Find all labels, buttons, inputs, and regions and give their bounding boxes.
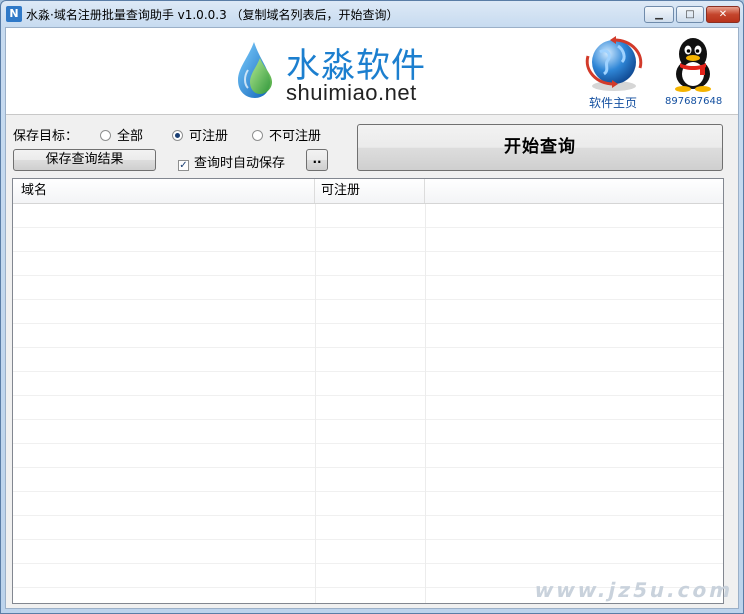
table-row <box>13 300 723 324</box>
column-separator <box>425 204 426 228</box>
radio-registrable-indicator[interactable] <box>172 130 183 141</box>
column-separator <box>425 444 426 468</box>
column-separator <box>315 468 316 492</box>
table-row <box>13 540 723 564</box>
column-separator <box>425 372 426 396</box>
window-title: 水淼·域名注册批量查询助手 v1.0.0.3 （复制域名列表后，开始查询） <box>26 8 399 22</box>
maximize-icon: □ <box>685 9 695 20</box>
table-body <box>13 204 723 603</box>
column-separator <box>425 588 426 603</box>
watermark-text: www.jz5u.com <box>532 578 736 602</box>
column-separator <box>315 324 316 348</box>
column-separator <box>315 252 316 276</box>
column-separator <box>315 300 316 324</box>
auto-save-label: 查询时自动保存 <box>194 156 286 171</box>
column-separator <box>315 204 316 228</box>
app-window: N 水淼·域名注册批量查询助手 v1.0.0.3 （复制域名列表后，开始查询） … <box>0 0 744 614</box>
column-separator <box>315 228 316 252</box>
table-row <box>13 396 723 420</box>
table-header: 域名 可注册 <box>13 179 723 204</box>
minimize-icon: ▁ <box>655 9 663 20</box>
column-header-registrable[interactable]: 可注册 <box>315 179 425 203</box>
column-separator <box>315 420 316 444</box>
column-separator <box>315 540 316 564</box>
save-results-button[interactable]: 保存查询结果 <box>13 149 156 171</box>
radio-unregistrable[interactable]: 不可注册 <box>252 125 321 144</box>
header-banner: 水淼软件 shuimiao.net 软件主页 897687648 <box>6 28 738 115</box>
table-row <box>13 348 723 372</box>
homepage-link[interactable]: 软件主页 <box>589 94 637 111</box>
client-area: 水淼软件 shuimiao.net 软件主页 897687648 保存目标： 全… <box>5 27 739 609</box>
column-separator <box>315 516 316 540</box>
radio-all[interactable]: 全部 <box>100 125 143 144</box>
column-separator <box>315 564 316 588</box>
results-table[interactable]: 域名 可注册 <box>12 178 724 604</box>
column-header-empty[interactable] <box>425 179 723 203</box>
qq-number-link[interactable]: 897687648 <box>665 96 722 107</box>
table-row <box>13 420 723 444</box>
minimize-button[interactable]: ▁ <box>644 6 674 23</box>
table-row <box>13 276 723 300</box>
column-separator <box>315 348 316 372</box>
qq-penguin-icon[interactable] <box>670 34 716 92</box>
radio-registrable-label: 可注册 <box>189 129 229 144</box>
checkmark-icon[interactable]: ✓ <box>178 160 189 171</box>
close-button[interactable]: ✕ <box>706 6 740 23</box>
column-separator <box>425 348 426 372</box>
column-separator <box>425 492 426 516</box>
start-query-button[interactable]: 开始查询 <box>357 124 723 171</box>
column-separator <box>315 372 316 396</box>
column-separator <box>315 444 316 468</box>
radio-unregistrable-label: 不可注册 <box>269 129 322 144</box>
column-separator <box>425 252 426 276</box>
browse-button[interactable]: .. <box>306 149 328 171</box>
table-row <box>13 324 723 348</box>
table-row <box>13 228 723 252</box>
column-separator <box>425 516 426 540</box>
column-header-domain[interactable]: 域名 <box>13 179 315 203</box>
column-separator <box>425 564 426 588</box>
column-separator <box>425 276 426 300</box>
column-separator <box>315 276 316 300</box>
column-separator <box>425 396 426 420</box>
column-separator <box>425 300 426 324</box>
column-separator <box>425 324 426 348</box>
column-separator <box>425 468 426 492</box>
title-bar[interactable]: N 水淼·域名注册批量查询助手 v1.0.0.3 （复制域名列表后，开始查询） … <box>1 1 743 27</box>
radio-registrable[interactable]: 可注册 <box>172 125 228 144</box>
column-separator <box>425 420 426 444</box>
column-separator <box>315 396 316 420</box>
radio-all-indicator[interactable] <box>100 130 111 141</box>
close-icon: ✕ <box>718 9 728 20</box>
column-separator <box>425 540 426 564</box>
table-row <box>13 468 723 492</box>
column-separator <box>315 492 316 516</box>
table-row <box>13 252 723 276</box>
table-row <box>13 444 723 468</box>
app-icon: N <box>6 6 22 22</box>
radio-all-label: 全部 <box>117 129 144 144</box>
table-row <box>13 492 723 516</box>
water-drop-logo-icon <box>238 42 272 98</box>
maximize-button[interactable]: □ <box>676 6 704 23</box>
save-target-label: 保存目标： <box>13 129 79 144</box>
table-row <box>13 372 723 396</box>
table-row <box>13 516 723 540</box>
globe-icon[interactable] <box>582 34 646 94</box>
column-separator <box>425 228 426 252</box>
column-separator <box>315 588 316 603</box>
auto-save-checkbox[interactable]: ✓ 查询时自动保存 <box>178 152 285 171</box>
radio-unregistrable-indicator[interactable] <box>252 130 263 141</box>
logo-domain-text: shuimiao.net <box>286 80 417 105</box>
table-row <box>13 204 723 228</box>
